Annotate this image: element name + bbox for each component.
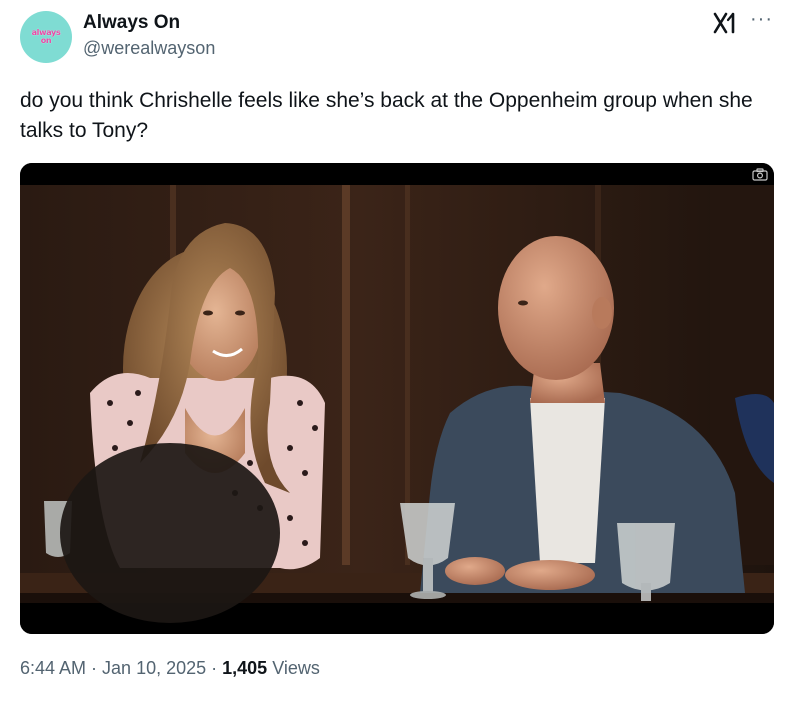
avatar-text-line2: on	[40, 36, 52, 45]
grok-icon[interactable]	[712, 11, 738, 35]
tweet-text: do you think Chrishelle feels like she’s…	[20, 89, 753, 142]
tweet-date[interactable]: Jan 10, 2025	[102, 658, 206, 678]
views-label: Views	[267, 658, 320, 678]
tweet-meta: 6:44 AM · Jan 10, 2025 · 1,405 Views	[20, 658, 320, 679]
user-handle[interactable]: @werealwayson	[83, 38, 215, 59]
scene-illustration	[20, 163, 774, 634]
tweet-time[interactable]: 6:44 AM	[20, 658, 86, 678]
tweet-media-image[interactable]	[20, 163, 774, 634]
avatar[interactable]: always on	[20, 11, 72, 63]
display-name[interactable]: Always On	[83, 12, 180, 34]
separator: ·	[206, 658, 223, 678]
more-options-icon[interactable]: ···	[750, 8, 773, 31]
views-count: 1,405	[222, 658, 268, 678]
separator: ·	[86, 658, 103, 678]
camera-icon[interactable]	[752, 168, 768, 181]
